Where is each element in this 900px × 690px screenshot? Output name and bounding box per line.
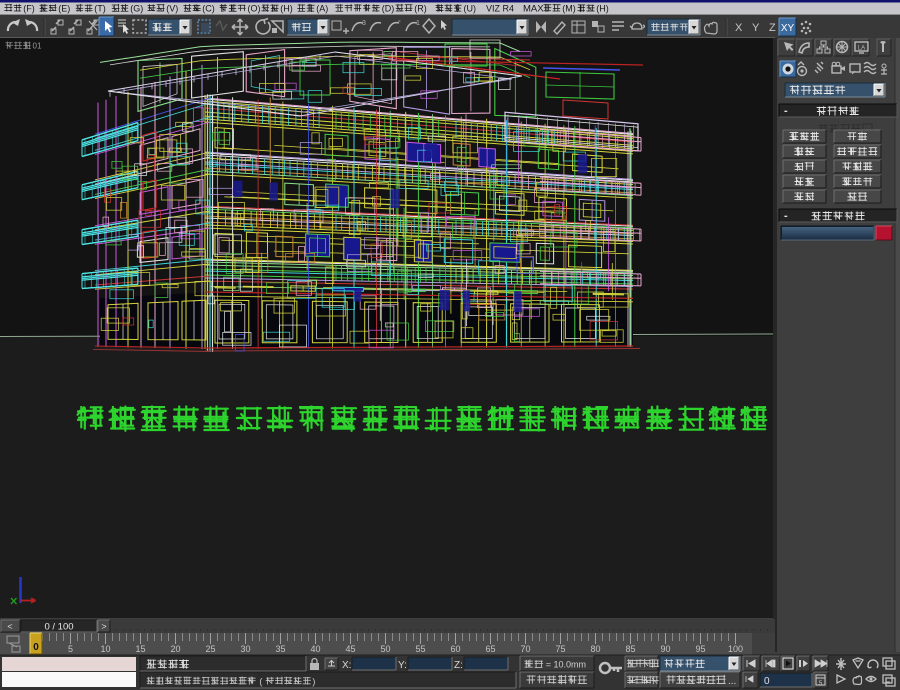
svg-text:40: 40	[310, 644, 320, 654]
svg-text:35: 35	[275, 644, 285, 654]
svg-text:(F): (F)	[23, 4, 35, 14]
svg-text:(E): (E)	[58, 4, 70, 14]
svg-text:(T): (T)	[94, 4, 106, 14]
svg-text:<: <	[7, 622, 12, 632]
svg-text:(G): (G)	[130, 4, 143, 14]
svg-text:75: 75	[555, 644, 565, 654]
svg-text:85: 85	[625, 644, 635, 654]
svg-text:20: 20	[170, 644, 180, 654]
svg-text:(U): (U)	[463, 4, 476, 14]
svg-text:-: -	[784, 105, 788, 117]
svg-text:1: 1	[416, 20, 420, 27]
svg-text:(R): (R)	[414, 4, 427, 14]
svg-text:45: 45	[345, 644, 355, 654]
svg-text:-: -	[784, 210, 788, 222]
svg-text:100: 100	[728, 644, 743, 654]
svg-text:X:: X:	[342, 660, 351, 671]
svg-text:50: 50	[380, 644, 390, 654]
svg-text:Y: Y	[752, 22, 760, 34]
svg-text:01: 01	[33, 42, 42, 51]
svg-text:): )	[312, 677, 315, 687]
svg-text:95: 95	[695, 644, 705, 654]
svg-text:LA: LA	[858, 46, 865, 52]
svg-text:(C): (C)	[202, 4, 215, 14]
svg-text:5: 5	[68, 644, 73, 654]
svg-text:0 / 100: 0 / 100	[44, 622, 73, 633]
svg-text:0: 0	[764, 676, 770, 687]
svg-text:Y:: Y:	[398, 660, 407, 671]
svg-text:65: 65	[485, 644, 495, 654]
svg-text:70: 70	[520, 644, 530, 654]
svg-text:= 10.0mm: = 10.0mm	[546, 660, 586, 670]
svg-text:(H): (H)	[280, 4, 293, 14]
svg-text:90: 90	[660, 644, 670, 654]
svg-text:X: X	[735, 22, 743, 34]
svg-text:(H): (H)	[596, 4, 609, 14]
svg-text:...: ...	[728, 676, 736, 687]
svg-text:25: 25	[205, 644, 215, 654]
svg-text:55: 55	[415, 644, 425, 654]
svg-text:(A): (A)	[316, 4, 328, 14]
svg-text:30: 30	[240, 644, 250, 654]
svg-text:3: 3	[362, 20, 366, 27]
svg-text:10: 10	[100, 644, 110, 654]
svg-text:>: >	[101, 622, 106, 632]
svg-text:(M): (M)	[562, 4, 576, 14]
svg-text:15: 15	[135, 644, 145, 654]
svg-text:(D): (D)	[382, 4, 395, 14]
svg-text:0: 0	[33, 642, 39, 653]
svg-text:80: 80	[590, 644, 600, 654]
svg-text:°: °	[398, 19, 401, 27]
svg-text:XY: XY	[781, 23, 795, 34]
svg-text:(V): (V)	[166, 4, 178, 14]
svg-text:Z: Z	[769, 22, 776, 34]
svg-text:(: (	[259, 677, 262, 687]
svg-text:MAX: MAX	[523, 4, 544, 15]
svg-text:60: 60	[450, 644, 460, 654]
svg-text:Z:: Z:	[454, 660, 463, 671]
svg-text:(O): (O)	[247, 4, 260, 14]
svg-text:VIZ R4: VIZ R4	[486, 4, 514, 14]
